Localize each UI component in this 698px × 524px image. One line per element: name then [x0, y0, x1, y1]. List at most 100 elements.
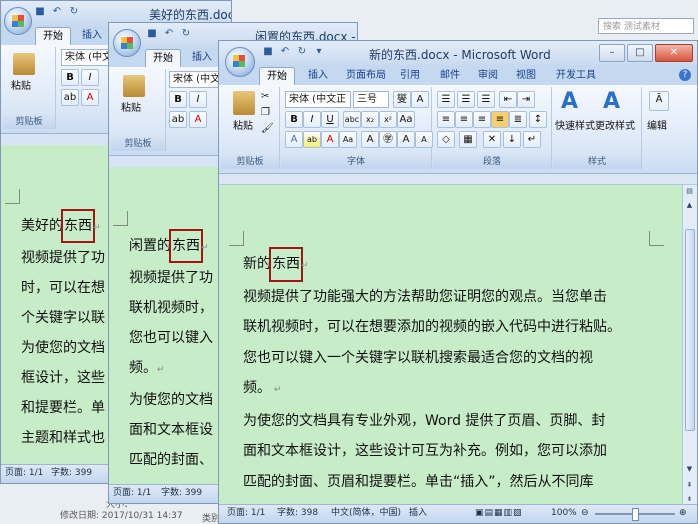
format-painter-icon[interactable]: 🖌 [261, 123, 274, 134]
shrink-font-icon[interactable]: A [415, 131, 433, 148]
phonetic-guide-icon[interactable]: 燮 [393, 91, 411, 108]
highlight-icon[interactable]: ab [303, 131, 321, 148]
status-word-count[interactable]: 字数: 399 [161, 485, 202, 502]
scroll-down-icon[interactable]: ▼ [684, 463, 695, 475]
vertical-scrollbar[interactable]: ▤ ▲ ▼ ⇞ ⇟ [682, 185, 697, 505]
ruler[interactable] [219, 174, 697, 185]
tab-home[interactable]: 开始 [259, 67, 295, 86]
bullets-icon[interactable]: ☰ [437, 91, 455, 108]
tab-insert[interactable]: 插入 [301, 67, 335, 85]
line-spacing-icon[interactable]: ↕ [529, 111, 547, 128]
word-window-front[interactable]: ■ ↶ ↻ ▾ 新的东西.docx - Microsoft Word – □ ✕… [218, 40, 698, 524]
zoom-out-icon[interactable]: ⊖ [581, 505, 589, 522]
font-color-icon[interactable]: A [189, 111, 207, 128]
bold-button[interactable]: B [285, 111, 303, 128]
cut-icon[interactable]: ✂ [261, 91, 269, 102]
find-icon[interactable]: Ã [649, 91, 669, 111]
clear-format-icon[interactable]: Aa [397, 111, 415, 128]
paste-icon[interactable] [233, 91, 255, 115]
shading-icon[interactable]: ◇ [437, 131, 455, 148]
redo-icon[interactable]: ↻ [295, 45, 309, 59]
status-insert-mode[interactable]: 插入 [409, 505, 427, 522]
superscript-button[interactable]: x² [379, 111, 397, 128]
tab-page-layout[interactable]: 页面布局 [339, 67, 393, 85]
office-button[interactable] [113, 29, 141, 57]
status-word-count[interactable]: 字数: 398 [277, 505, 318, 522]
scroll-up-icon[interactable]: ▲ [684, 199, 695, 211]
underline-button[interactable]: U [321, 111, 339, 128]
document-text[interactable]: 闲置的东西↵ 视频提供了功 联机视频时， 您也可以键入 频。↵ 为使您的文档 面… [129, 229, 213, 475]
redo-icon[interactable]: ↻ [67, 5, 81, 19]
close-button[interactable]: ✕ [655, 44, 693, 62]
customize-qat-icon[interactable]: ▾ [312, 45, 326, 59]
status-word-count[interactable]: 字数: 399 [51, 465, 92, 482]
borders-icon[interactable]: ▦ [459, 131, 477, 148]
zoom-level[interactable]: 100% [551, 505, 577, 522]
edit-button[interactable]: 编辑 [647, 117, 667, 132]
zoom-slider-knob[interactable] [632, 508, 639, 521]
save-icon[interactable]: ■ [145, 27, 159, 41]
undo-icon[interactable]: ↶ [162, 27, 176, 41]
change-case-icon[interactable]: Aa [339, 131, 357, 148]
minimize-button[interactable]: – [599, 44, 625, 62]
highlight-icon[interactable]: ab [61, 89, 79, 106]
numbering-icon[interactable]: ☰ [457, 91, 475, 108]
save-icon[interactable]: ■ [33, 5, 47, 19]
italic-button[interactable]: I [81, 69, 99, 86]
tab-mailings[interactable]: 邮件 [433, 67, 467, 85]
quick-styles-button[interactable]: 快速样式 [555, 117, 595, 132]
ruler-toggle-icon[interactable]: ▤ [684, 185, 695, 197]
maximize-button[interactable]: □ [627, 44, 653, 62]
font-name-combo[interactable]: 宋体 (中文 [169, 71, 219, 88]
char-border-icon[interactable]: A [411, 91, 429, 108]
tab-references[interactable]: 引用 [393, 67, 427, 85]
undo-icon[interactable]: ↶ [50, 5, 64, 19]
align-left-icon[interactable]: ≡ [437, 111, 455, 128]
font-color-icon[interactable]: A [81, 89, 99, 106]
grow-font-icon[interactable]: A [397, 131, 415, 148]
tab-view[interactable]: 视图 [509, 67, 543, 85]
highlight-icon[interactable]: ab [169, 111, 187, 128]
show-marks-icon[interactable]: ↵ [523, 131, 541, 148]
italic-button[interactable]: I [189, 91, 207, 108]
explorer-search-input[interactable]: 搜索 测试素材 [598, 18, 694, 34]
bold-button[interactable]: B [169, 91, 187, 108]
document-text[interactable]: 美好的东西↵ 视频提供了功 时，可以在想 个关键字以联 为使您的文档 框设计，这… [21, 209, 105, 453]
text-effect-icon[interactable]: A [285, 131, 303, 148]
scroll-thumb[interactable] [685, 229, 695, 431]
tab-developer[interactable]: 开发工具 [549, 67, 603, 85]
prev-page-icon[interactable]: ⇞ [684, 479, 695, 491]
tab-insert[interactable]: 插入 [75, 27, 109, 45]
undo-icon[interactable]: ↶ [278, 45, 292, 59]
zoom-in-icon[interactable]: ⊕ [679, 505, 687, 522]
tab-home[interactable]: 开始 [145, 49, 181, 68]
align-right-icon[interactable]: ≡ [473, 111, 491, 128]
subscript-button[interactable]: x₂ [361, 111, 379, 128]
paste-icon[interactable] [123, 75, 145, 97]
quick-styles-icon[interactable]: A [561, 89, 578, 114]
decrease-indent-icon[interactable]: ⇤ [499, 91, 517, 108]
status-page-count[interactable]: 页面: 1/1 [113, 485, 151, 502]
increase-indent-icon[interactable]: ⇥ [517, 91, 535, 108]
italic-button[interactable]: I [303, 111, 321, 128]
status-page-count[interactable]: 页面: 1/1 [227, 505, 265, 522]
font-name-combo[interactable]: 宋体 (中文 [61, 49, 111, 66]
document-area[interactable]: 新的东西↵ 视频提供了功能强大的方法帮助您证明您的观点。当您单击 联机视频时，可… [219, 185, 683, 505]
multilevel-list-icon[interactable]: ☰ [477, 91, 495, 108]
sort-icon[interactable]: ↓ [503, 131, 521, 148]
title-bar[interactable]: ■ ↶ ↻ ▾ 新的东西.docx - Microsoft Word – □ ✕ [219, 41, 697, 65]
office-button[interactable] [4, 7, 32, 35]
chinese-layout-icon[interactable]: ✕ [483, 131, 501, 148]
font-size-combo[interactable]: 三号 [353, 91, 389, 108]
status-page-count[interactable]: 页面: 1/1 [5, 465, 43, 482]
view-buttons-icon[interactable]: ▣▤▦▥▧ [475, 505, 523, 522]
office-button[interactable] [225, 47, 255, 77]
tab-review[interactable]: 审阅 [471, 67, 505, 85]
save-icon[interactable]: ■ [261, 45, 275, 59]
paste-button[interactable]: 粘贴 [11, 77, 31, 92]
font-color-icon[interactable]: A [321, 131, 339, 148]
paste-button[interactable]: 粘贴 [233, 117, 253, 132]
align-center-icon[interactable]: ≡ [455, 111, 473, 128]
tab-insert[interactable]: 插入 [185, 49, 219, 67]
char-shading-icon[interactable]: A [361, 131, 379, 148]
